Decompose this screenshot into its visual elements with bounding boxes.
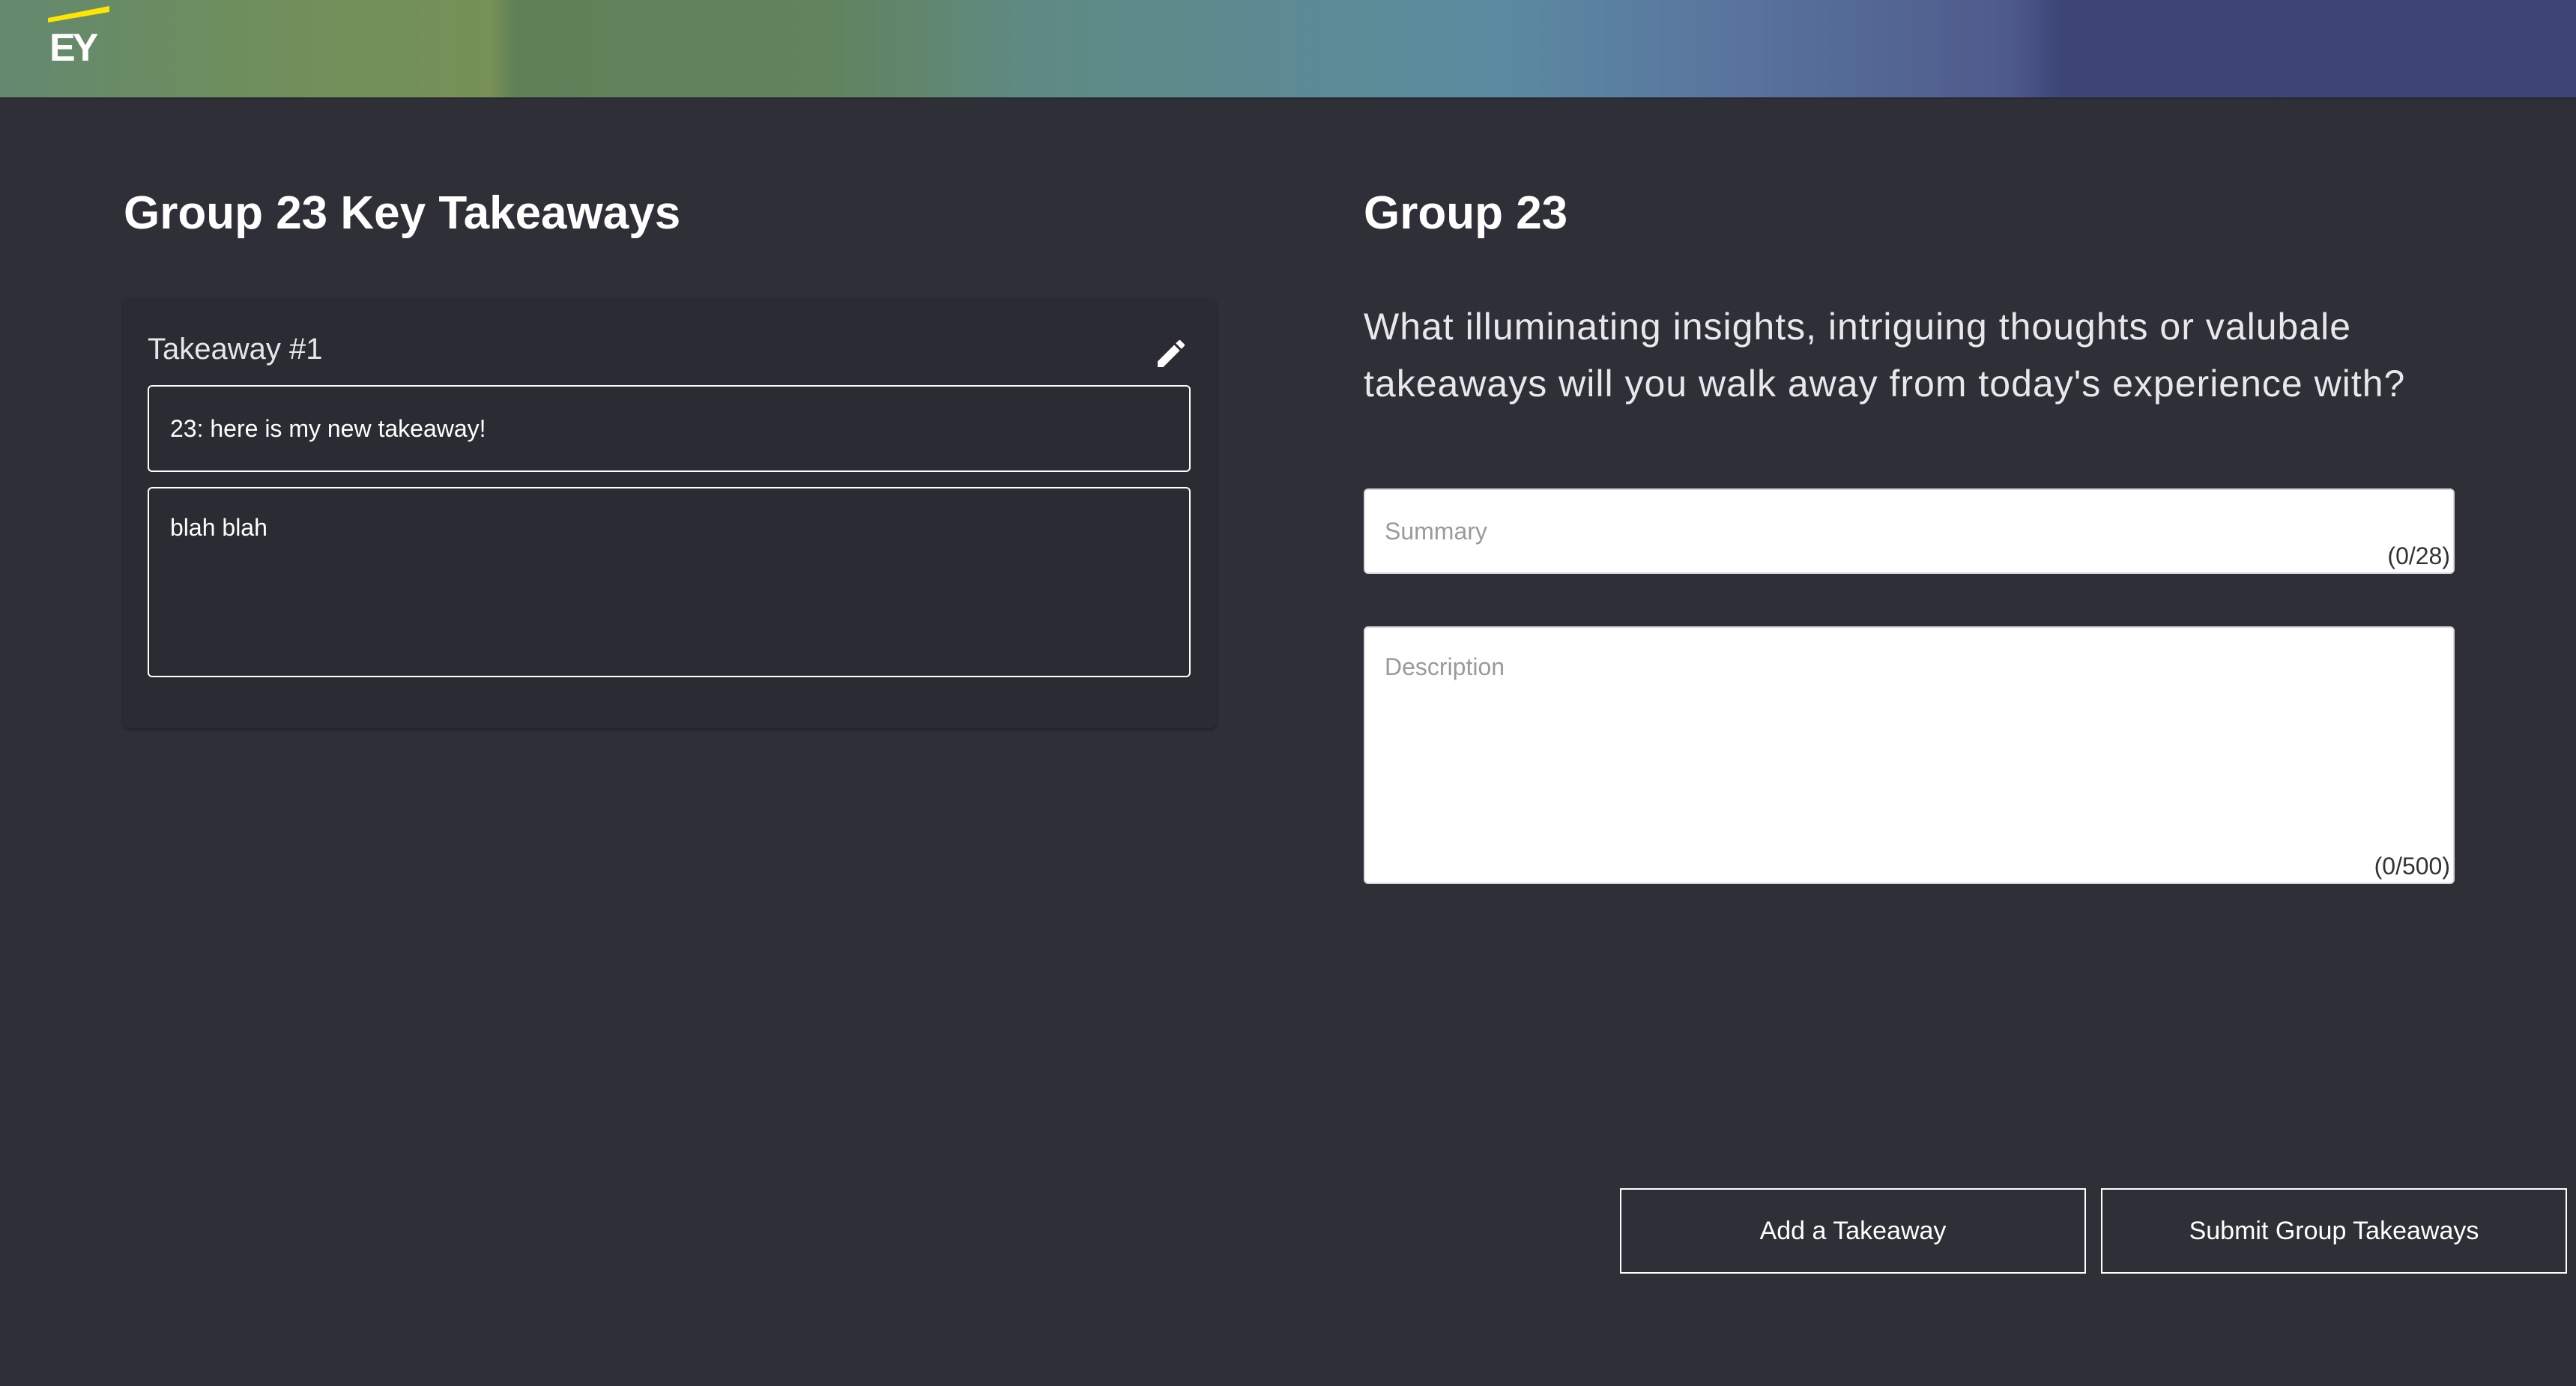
submit-group-takeaways-button[interactable]: Submit Group Takeaways <box>2101 1188 2567 1274</box>
ey-logo: EY <box>48 6 115 70</box>
takeaway-summary: 23: here is my new takeaway! <box>148 385 1191 472</box>
summary-char-counter: (0/28) <box>2387 542 2450 569</box>
takeaway-card: Takeaway #1 23: here is my new takeaway!… <box>124 298 1216 728</box>
takeaway-description: blah blah <box>148 487 1191 677</box>
description-input[interactable] <box>1365 628 2453 883</box>
description-char-counter: (0/500) <box>2374 853 2450 880</box>
page-title: Group 23 Key Takeaways <box>124 187 681 239</box>
edit-takeaway-button[interactable] <box>1153 336 1189 372</box>
group-title: Group 23 <box>1364 187 1568 239</box>
summary-field: (0/28) <box>1364 488 2455 574</box>
takeaway-label: Takeaway #1 <box>148 333 323 366</box>
logo-accent-bar <box>48 6 109 22</box>
logo-text: EY <box>49 26 98 70</box>
description-field: (0/500) <box>1364 626 2455 884</box>
prompt-question: What illuminating insights, intriguing t… <box>1364 306 2406 405</box>
top-banner: EY <box>0 0 2576 99</box>
pencil-icon <box>1158 339 1185 367</box>
summary-input[interactable] <box>1365 490 2453 572</box>
add-takeaway-button[interactable]: Add a Takeaway <box>1620 1188 2086 1274</box>
